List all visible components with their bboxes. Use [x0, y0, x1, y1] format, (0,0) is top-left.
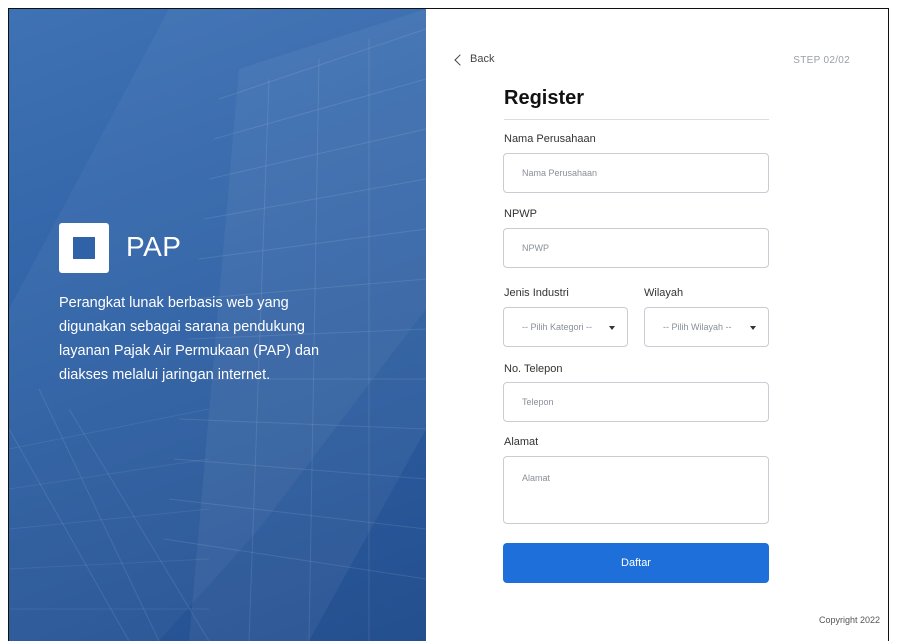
phone-label: No. Telepon [504, 363, 563, 375]
hero-panel: PAP Perangkat lunak berbasis web yang di… [9, 9, 426, 641]
industry-label: Jenis Industri [504, 287, 569, 299]
region-select[interactable]: -- Pilih Wilayah -- [644, 307, 769, 347]
page-title: Register [504, 87, 585, 109]
phone-placeholder: Telepon [522, 397, 554, 407]
register-panel: Back STEP 02/02 Register Nama Perusahaan… [426, 9, 888, 641]
address-label: Alamat [504, 436, 539, 448]
npwp-label: NPWP [504, 208, 537, 220]
caret-down-icon [609, 326, 615, 330]
back-link[interactable]: Back [454, 53, 495, 66]
industry-select[interactable]: -- Pilih Kategori -- [503, 307, 628, 347]
address-textarea[interactable]: Alamat [503, 456, 769, 524]
industry-select-value: -- Pilih Kategori -- [522, 322, 593, 332]
company-name-placeholder: Nama Perusahaan [522, 168, 598, 178]
back-label: Back [470, 53, 495, 65]
region-select-value: -- Pilih Wilayah -- [663, 322, 732, 332]
title-divider [504, 119, 769, 120]
region-label: Wilayah [644, 287, 684, 299]
address-placeholder: Alamat [522, 473, 551, 483]
caret-down-icon [750, 326, 756, 330]
register-submit-button[interactable]: Daftar [503, 543, 769, 583]
hero-description: Perangkat lunak berbasis web yang diguna… [59, 295, 320, 383]
pap-logo [59, 223, 109, 273]
company-name-input[interactable]: Nama Perusahaan [503, 153, 769, 193]
phone-input[interactable]: Telepon [503, 382, 769, 422]
chevron-left-icon [454, 53, 466, 66]
company-name-label: Nama Perusahaan [504, 133, 596, 145]
copyright-text: Copyright 2022 [818, 615, 880, 625]
npwp-placeholder: NPWP [522, 243, 549, 253]
brand-name: PAP [126, 231, 182, 262]
npwp-input[interactable]: NPWP [503, 228, 769, 268]
step-indicator: STEP 02/02 [793, 55, 850, 66]
